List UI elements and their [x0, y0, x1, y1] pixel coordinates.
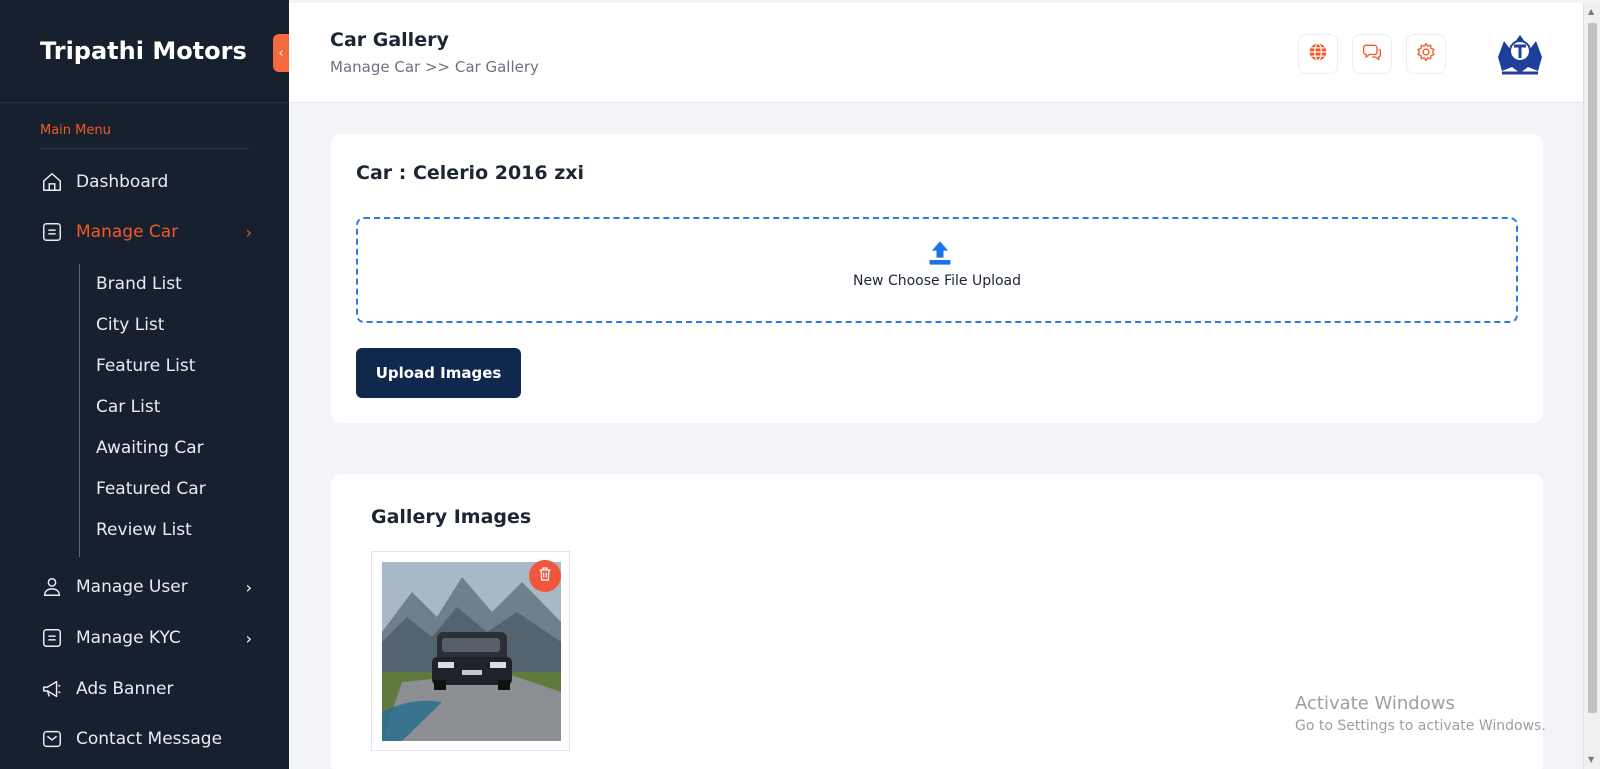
scroll-down-icon[interactable]: ▼	[1588, 755, 1594, 764]
brand-logo[interactable]	[1494, 27, 1546, 79]
sidebar-item-label: Manage Car	[76, 222, 179, 242]
watermark-subtitle: Go to Settings to activate Windows.	[1295, 718, 1546, 734]
car-title: Car : Celerio 2016 zxi	[356, 162, 585, 184]
chevron-right-icon: ›	[245, 222, 252, 242]
chevron-right-icon: ›	[245, 577, 252, 597]
car-photo[interactable]	[382, 562, 561, 741]
list-icon	[40, 626, 64, 650]
upload-images-button[interactable]: Upload Images	[356, 348, 521, 398]
page-header: Car Gallery Manage Car >> Car Gallery	[289, 3, 1583, 103]
home-icon	[40, 170, 64, 194]
manage-car-submenu: Brand List City List Feature List Car Li…	[79, 264, 259, 557]
file-dropzone[interactable]: New Choose File Upload	[356, 217, 1518, 323]
sidebar-item-contact-message[interactable]: Contact Message	[40, 724, 252, 754]
language-button[interactable]	[1298, 34, 1338, 74]
user-icon	[40, 575, 64, 599]
sidebar-item-manage-car[interactable]: Manage Car ›	[40, 217, 252, 247]
sidebar-item-manage-user[interactable]: Manage User ›	[40, 572, 252, 602]
settings-button[interactable]	[1406, 34, 1446, 74]
sidebar-item-label: Contact Message	[76, 729, 223, 749]
sidebar-item-ads-banner[interactable]: Ads Banner	[40, 674, 252, 704]
dropzone-label: New Choose File Upload	[852, 273, 1022, 289]
sidebar-item-manage-kyc[interactable]: Manage KYC ›	[40, 623, 252, 653]
sidebar-subitem-review-list[interactable]: Review List	[96, 520, 192, 540]
chevron-right-icon: ›	[245, 628, 252, 648]
sidebar-subitem-feature-list[interactable]: Feature List	[96, 356, 195, 376]
chevron-left-icon: ‹	[278, 45, 284, 61]
sidebar-item-label: Manage KYC	[76, 628, 181, 648]
sidebar-subitem-brand-list[interactable]: Brand List	[96, 274, 182, 294]
sidebar-item-label: Dashboard	[76, 172, 169, 192]
sidebar-item-dashboard[interactable]: Dashboard	[40, 167, 252, 197]
upload-card: Car : Celerio 2016 zxi New Choose File U…	[331, 134, 1543, 423]
brand-name: Tripathi Motors	[0, 0, 289, 103]
sidebar-item-label: Manage User	[76, 577, 188, 597]
breadcrumb: Manage Car >> Car Gallery	[330, 58, 539, 76]
gallery-image-item	[371, 551, 570, 751]
sidebar: Tripathi Motors Main Menu Dashboard Mana…	[0, 0, 289, 769]
mail-icon	[40, 727, 64, 751]
sidebar-subitem-city-list[interactable]: City List	[96, 315, 164, 335]
gallery-title: Gallery Images	[371, 506, 532, 528]
sidebar-subitem-awaiting-car[interactable]: Awaiting Car	[96, 438, 204, 458]
menu-caption: Main Menu	[40, 123, 249, 149]
chat-icon	[1362, 42, 1382, 66]
page-title: Car Gallery	[330, 29, 449, 51]
trash-icon	[537, 566, 553, 586]
scroll-up-icon[interactable]: ▲	[1588, 7, 1594, 16]
upload-icon	[926, 239, 954, 267]
sidebar-collapse-button[interactable]: ‹	[273, 34, 289, 72]
megaphone-icon	[40, 677, 64, 701]
settings-icon	[1416, 42, 1436, 66]
delete-image-button[interactable]	[529, 560, 561, 592]
scrollbar-thumb[interactable]	[1588, 23, 1597, 713]
list-icon	[40, 220, 64, 244]
sidebar-item-label: Ads Banner	[76, 679, 174, 699]
vertical-scrollbar[interactable]: ▲ ▼	[1583, 3, 1600, 769]
watermark-title: Activate Windows	[1295, 693, 1455, 714]
sidebar-subitem-featured-car[interactable]: Featured Car	[96, 479, 206, 499]
sidebar-subitem-car-list[interactable]: Car List	[96, 397, 160, 417]
globe-icon	[1308, 42, 1328, 66]
messages-button[interactable]	[1352, 34, 1392, 74]
